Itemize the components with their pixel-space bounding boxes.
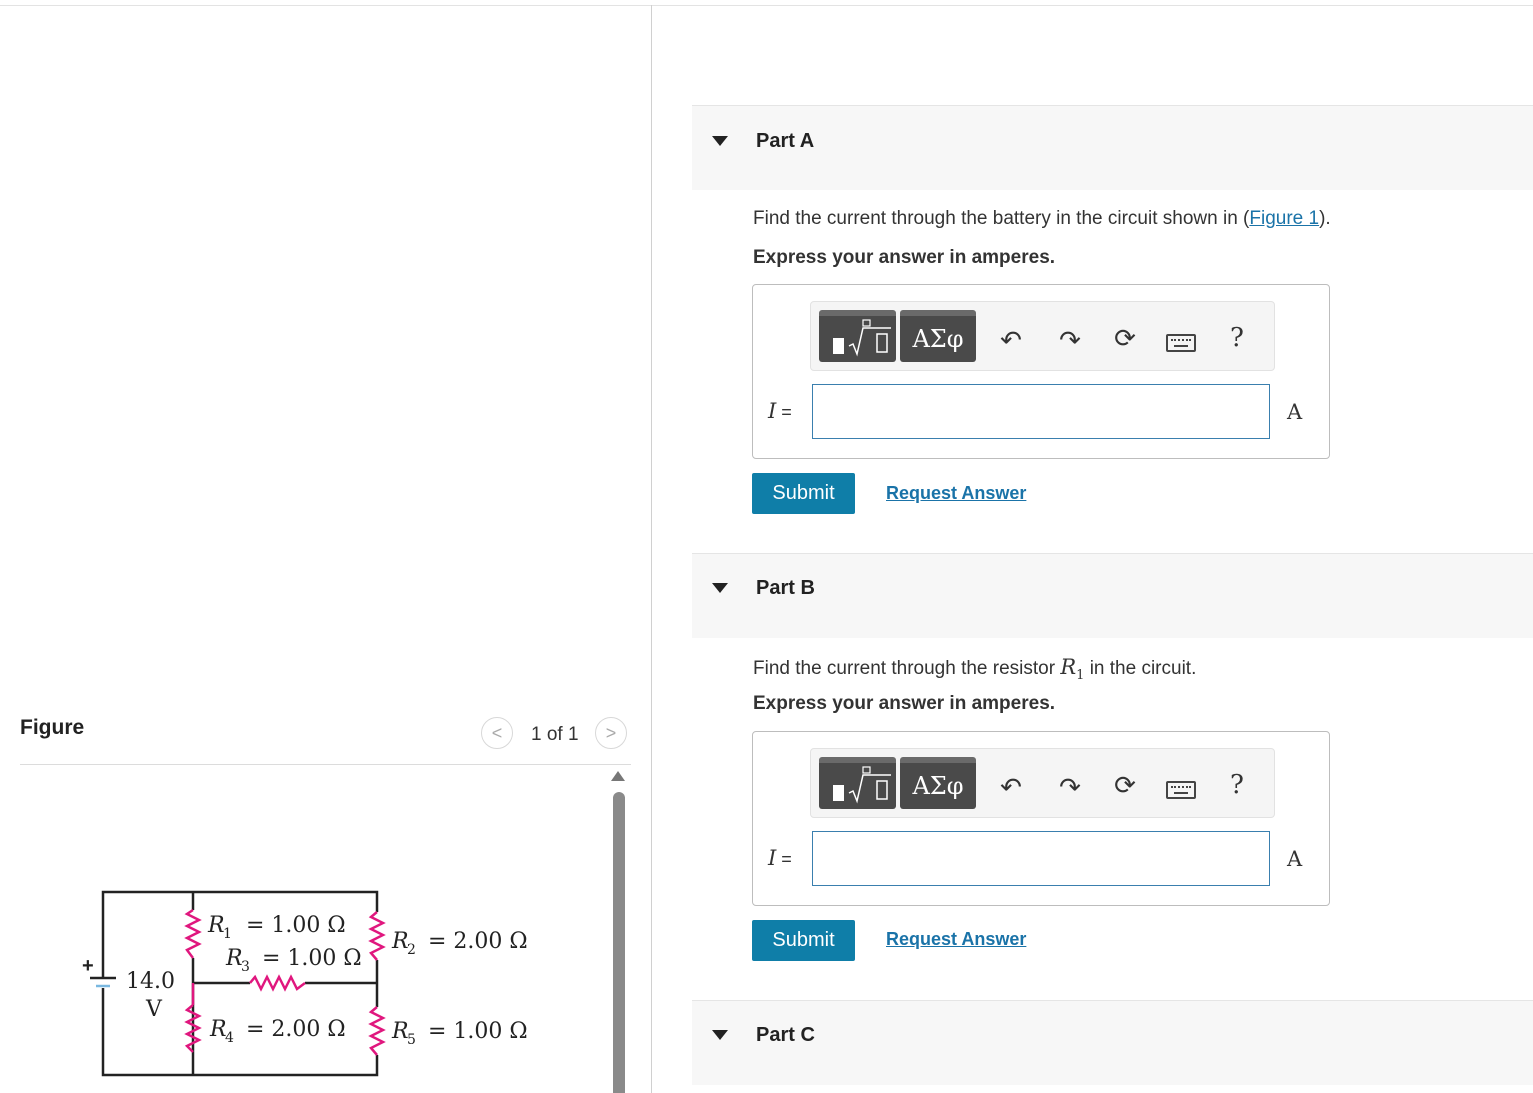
r2-name: R bbox=[391, 929, 409, 954]
part-a-submit-button[interactable]: Submit bbox=[752, 473, 855, 514]
part-a-eq: = bbox=[776, 402, 792, 422]
part-a-answer-input[interactable] bbox=[812, 384, 1270, 439]
redo-icon[interactable]: ↷ bbox=[1055, 325, 1085, 356]
resistor-r1-symbol bbox=[184, 908, 202, 959]
figure-title: Figure bbox=[20, 716, 85, 739]
caret-down-icon[interactable] bbox=[712, 1030, 728, 1040]
part-b-math-r: R bbox=[1060, 655, 1077, 679]
undo-icon[interactable]: ↶ bbox=[996, 325, 1026, 356]
part-a-prompt-end: ). bbox=[1319, 208, 1331, 229]
panel-divider bbox=[651, 5, 652, 1093]
figure-pager-count: 1 of 1 bbox=[531, 724, 579, 745]
part-b-prompt-text: Find the current through the resistor bbox=[753, 658, 1061, 679]
chevron-left-icon: < bbox=[491, 722, 503, 743]
redo-icon[interactable]: ↷ bbox=[1055, 772, 1085, 803]
caret-down-icon[interactable] bbox=[712, 583, 728, 593]
reset-icon[interactable]: ⟳ bbox=[1110, 770, 1140, 801]
help-button[interactable]: ? bbox=[1230, 323, 1244, 353]
part-b-variable-label: I = bbox=[768, 846, 792, 870]
scroll-up-arrow[interactable] bbox=[611, 771, 625, 781]
part-b-unit: A bbox=[1287, 847, 1303, 871]
r4-name: R bbox=[209, 1017, 227, 1042]
part-c-header[interactable] bbox=[692, 1000, 1533, 1085]
part-b-eq: = bbox=[776, 849, 792, 869]
templates-button[interactable] bbox=[819, 310, 896, 362]
caret-down-icon[interactable] bbox=[712, 136, 728, 146]
part-a-variable-label: I = bbox=[768, 399, 792, 423]
battery-plus-label: + bbox=[82, 955, 94, 977]
templates-button[interactable] bbox=[819, 757, 896, 809]
part-a-prompt-text: Find the current through the battery in … bbox=[753, 208, 1250, 229]
part-b-prompt-end: in the circuit. bbox=[1084, 658, 1197, 679]
top-border bbox=[0, 5, 1533, 6]
resistor-r3-symbol bbox=[249, 974, 306, 992]
part-c-title: Part C bbox=[756, 1024, 815, 1046]
chevron-right-icon: > bbox=[605, 722, 617, 743]
r4-sub: 4 bbox=[225, 1030, 234, 1046]
part-a-title: Part A bbox=[756, 130, 815, 152]
r5-value: = 1.00 Ω bbox=[428, 1019, 528, 1044]
prev-figure-button[interactable]: < bbox=[481, 717, 513, 749]
fraction-root-icon bbox=[833, 319, 891, 357]
reset-icon[interactable]: ⟳ bbox=[1110, 323, 1140, 354]
r3-value: = 1.00 Ω bbox=[262, 946, 362, 971]
battery-symbol bbox=[90, 976, 116, 988]
figure-divider bbox=[20, 764, 631, 765]
r3-name: R bbox=[225, 946, 243, 971]
resistor-r2-symbol bbox=[368, 911, 386, 961]
r1-name: R bbox=[207, 913, 225, 938]
part-a-prompt: Find the current through the battery in … bbox=[753, 208, 1331, 230]
part-a-header[interactable] bbox=[692, 105, 1533, 190]
part-b-title: Part B bbox=[756, 577, 815, 599]
part-a-request-answer-link[interactable]: Request Answer bbox=[886, 483, 1026, 504]
keyboard-icon[interactable] bbox=[1166, 334, 1196, 352]
r1-sub: 1 bbox=[223, 926, 232, 942]
r2-value: = 2.00 Ω bbox=[428, 929, 528, 954]
resistor-r5-symbol bbox=[368, 1006, 386, 1056]
r5-name: R bbox=[391, 1019, 409, 1044]
r4-value: = 2.00 Ω bbox=[246, 1017, 346, 1042]
keyboard-icon[interactable] bbox=[1166, 781, 1196, 799]
greek-symbols-button[interactable]: ΑΣφ bbox=[900, 757, 976, 809]
r2-sub: 2 bbox=[407, 942, 416, 958]
greek-symbols-button[interactable]: ΑΣφ bbox=[900, 310, 976, 362]
r3-sub: 3 bbox=[241, 959, 250, 975]
battery-voltage-label: 14.0 bbox=[126, 969, 175, 994]
scrollbar-thumb[interactable] bbox=[613, 792, 625, 1093]
fraction-root-icon bbox=[833, 766, 891, 804]
part-b-instructions: Express your answer in amperes. bbox=[753, 693, 1056, 714]
next-figure-button[interactable]: > bbox=[595, 717, 627, 749]
part-a-unit: A bbox=[1287, 400, 1303, 424]
help-button[interactable]: ? bbox=[1230, 770, 1244, 800]
part-b-answer-input[interactable] bbox=[812, 831, 1270, 886]
part-a-instructions: Express your answer in amperes. bbox=[753, 247, 1056, 268]
part-b-submit-button[interactable]: Submit bbox=[752, 920, 855, 961]
undo-icon[interactable]: ↶ bbox=[996, 772, 1026, 803]
circuit-diagram: + 14.0 V R 1 = 1.00 Ω R 3 = 1.00 Ω R 2 =… bbox=[82, 890, 528, 1077]
part-b-prompt: Find the current through the resistor R1… bbox=[753, 655, 1196, 683]
battery-unit-label: V bbox=[145, 997, 163, 1022]
figure-1-link[interactable]: Figure 1 bbox=[1249, 208, 1319, 229]
r5-sub: 5 bbox=[407, 1032, 416, 1048]
r1-value: = 1.00 Ω bbox=[246, 913, 346, 938]
part-b-request-answer-link[interactable]: Request Answer bbox=[886, 929, 1026, 950]
part-b-header[interactable] bbox=[692, 553, 1533, 638]
